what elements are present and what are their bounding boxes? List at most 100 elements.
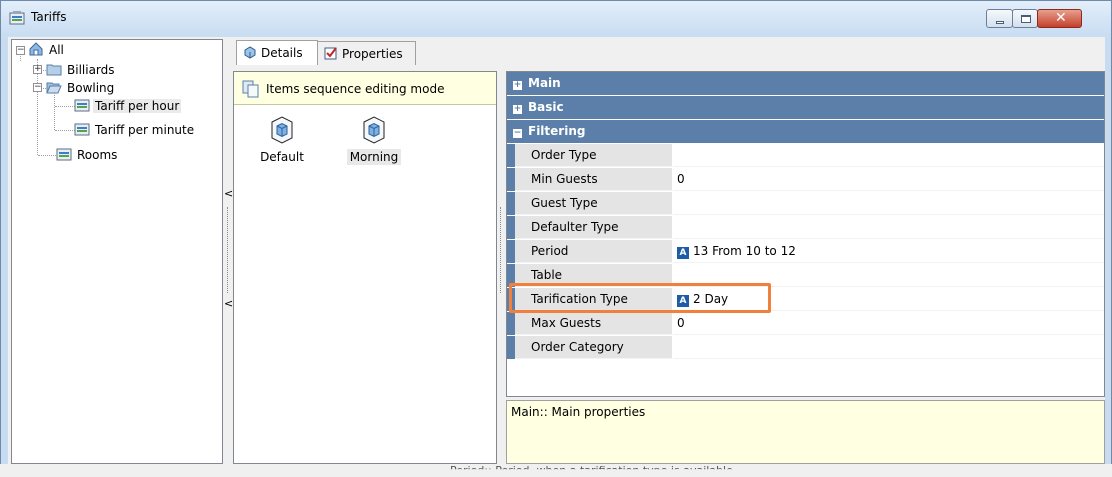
tree-node-tariff-per-minute[interactable]: Tariff per minute [74, 121, 196, 139]
property-row-order-category[interactable]: Order Category [507, 336, 1104, 359]
property-row-order-type[interactable]: Order Type [507, 144, 1104, 167]
row-gutter [507, 240, 515, 263]
tree-node-label: Bowling [67, 81, 115, 95]
close-icon: ✕ [1055, 10, 1067, 26]
category-label: Main [528, 76, 561, 90]
category-basic[interactable]: + Basic [507, 96, 1104, 119]
client-area: − All + Billiards − Bowling Tariff per h… [8, 37, 1105, 465]
value-text: 13 From 10 to 12 [693, 244, 796, 258]
maximize-icon [1021, 15, 1031, 23]
row-gutter [507, 216, 515, 239]
tree-node-billiards[interactable]: Billiards [46, 61, 117, 79]
tariff-item-morning[interactable]: Morning [344, 114, 404, 165]
collapse-all-toggle[interactable]: − [16, 46, 25, 55]
underlying-window-strip: Period:: Period, when a tarification typ… [0, 464, 1112, 477]
expand-icon[interactable]: + [513, 81, 522, 90]
property-value[interactable]: 0 [673, 168, 1104, 191]
close-button[interactable]: ✕ [1037, 9, 1082, 28]
properties-icon [324, 47, 337, 60]
property-name: Max Guests [515, 312, 672, 335]
value-text: 0 [677, 172, 685, 186]
tree-node-all[interactable]: All [28, 41, 66, 59]
property-name: Min Guests [515, 168, 672, 191]
property-value[interactable] [673, 336, 1104, 359]
description-text: Main:: Main properties [511, 405, 646, 419]
property-name: Guest Type [515, 192, 672, 215]
property-value[interactable]: 0 [673, 312, 1104, 335]
value-text: 0 [677, 316, 685, 330]
row-gutter [507, 192, 515, 215]
row-gutter [507, 336, 515, 359]
property-value[interactable]: A 13 From 10 to 12 [673, 240, 1104, 263]
collapse-left-arrow-icon[interactable]: < [224, 297, 233, 310]
item-label: Default [260, 150, 304, 164]
property-row-defaulter-type[interactable]: Defaulter Type [507, 216, 1104, 239]
category-main[interactable]: + Main [507, 72, 1104, 95]
row-gutter [507, 312, 515, 335]
category-label: Basic [528, 100, 564, 114]
left-splitter[interactable]: < < [224, 71, 233, 464]
window-title: Tariffs [31, 10, 67, 24]
tab-details[interactable]: Details [236, 40, 318, 65]
tree-node-tariff-per-hour[interactable]: Tariff per hour [74, 97, 182, 115]
title-bar[interactable]: Tariffs ✕ [1, 1, 1111, 35]
maximize-button[interactable] [1012, 9, 1038, 28]
tree-line [55, 130, 75, 131]
folder-home-icon [29, 42, 43, 56]
property-row-guest-type[interactable]: Guest Type [507, 192, 1104, 215]
category-label: Filtering [528, 124, 586, 138]
minimize-icon [996, 21, 1004, 24]
tree-node-rooms[interactable]: Rooms [56, 146, 119, 164]
property-name: Order Type [515, 144, 672, 167]
row-gutter [507, 144, 515, 167]
folder-icon [46, 64, 62, 76]
items-panel[interactable]: Items sequence editing mode Default Morn… [233, 71, 497, 464]
tree-node-label: Tariff per minute [95, 123, 195, 137]
property-value[interactable] [673, 216, 1104, 239]
sequence-edit-icon [242, 80, 259, 98]
property-name: Order Category [515, 336, 672, 359]
tariff-icon [74, 123, 90, 136]
tariffs-icon [9, 11, 25, 25]
tree-node-bowling[interactable]: Bowling [46, 79, 116, 97]
tariff-item-default[interactable]: Default [252, 114, 312, 164]
tree-node-label: Tariff per hour [93, 99, 182, 113]
truncated-description-text: Period:: Period, when a tarification typ… [450, 464, 733, 477]
minimize-button[interactable] [986, 9, 1013, 28]
tariff-icon [56, 148, 72, 161]
tariff-tree[interactable]: − All + Billiards − Bowling Tariff per h… [11, 39, 223, 464]
property-row-period[interactable]: Period A 13 From 10 to 12 [507, 240, 1104, 263]
linked-value-icon: A [677, 247, 689, 259]
expand-billiards-toggle[interactable]: + [33, 65, 42, 74]
sequence-mode-text: Items sequence editing mode [266, 82, 445, 96]
property-row-min-guests[interactable]: Min Guests 0 [507, 168, 1104, 191]
tab-label: Properties [342, 47, 403, 61]
row-gutter [507, 168, 515, 191]
expand-icon[interactable]: + [513, 105, 522, 114]
property-name: Period [515, 240, 672, 263]
category-filtering[interactable]: − Filtering [507, 120, 1104, 143]
annotation-highlight [509, 283, 771, 313]
tree-line [54, 93, 55, 130]
sequence-mode-bar[interactable]: Items sequence editing mode [234, 72, 496, 105]
item-label: Morning [346, 149, 402, 165]
splitter-grip [500, 207, 501, 293]
tree-node-label: All [49, 43, 64, 57]
right-splitter[interactable] [497, 71, 505, 464]
collapse-icon[interactable]: − [513, 129, 522, 138]
tree-node-label: Rooms [77, 148, 118, 162]
property-grid[interactable]: + Main + Basic − Filtering Order Type Min G… [506, 71, 1105, 397]
tariffs-window: Tariffs ✕ − All + Billiards − Bowling Ta… [0, 0, 1112, 470]
property-value[interactable] [673, 144, 1104, 167]
tab-label: Details [261, 46, 303, 60]
collapse-bowling-toggle[interactable]: − [33, 83, 42, 92]
tab-properties[interactable]: Properties [318, 41, 416, 65]
collapse-left-arrow-icon[interactable]: < [224, 187, 233, 200]
property-row-max-guests[interactable]: Max Guests 0 [507, 312, 1104, 335]
cube-icon [271, 116, 293, 144]
tree-line [38, 155, 56, 156]
tariff-icon [74, 99, 90, 112]
cube-icon [363, 116, 385, 144]
property-value[interactable] [673, 192, 1104, 215]
property-description: Main:: Main properties [506, 400, 1105, 464]
